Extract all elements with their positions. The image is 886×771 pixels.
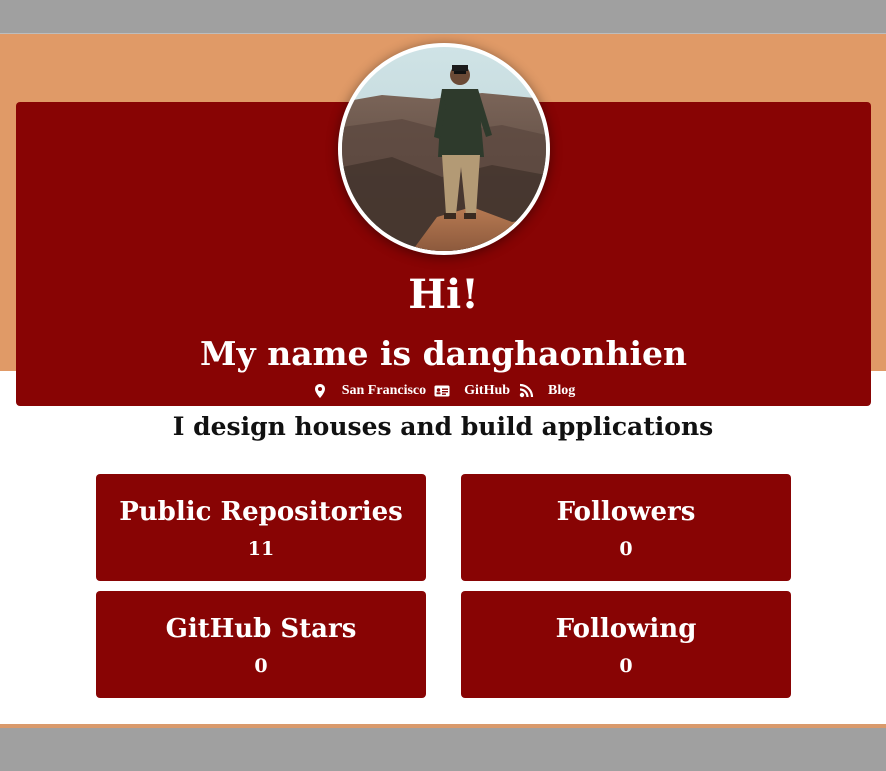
stat-card-followers: Followers 0	[461, 474, 791, 581]
stat-card-public-repositories: Public Repositories 11	[96, 474, 426, 581]
map-pin-icon	[312, 383, 328, 399]
blog-rss-icon	[518, 383, 534, 399]
avatar	[338, 43, 550, 255]
location-item: San Francisco	[312, 381, 426, 401]
greeting-heading: Hi!	[408, 271, 479, 318]
stat-value: 11	[247, 538, 275, 560]
github-item[interactable]: GitHub	[434, 381, 510, 401]
name-heading: My name is danghaonhien	[200, 334, 687, 373]
profile-meta-row: San Francisco GitHub Blog	[16, 381, 871, 401]
stat-value: 0	[619, 538, 633, 560]
profile-photo-image	[342, 47, 546, 251]
blog-link[interactable]: Blog	[548, 381, 575, 401]
bottom-bar	[0, 728, 886, 771]
stat-value: 0	[619, 655, 633, 677]
tagline: I design houses and build applications	[172, 412, 714, 441]
stat-card-following: Following 0	[461, 591, 791, 698]
id-card-icon	[434, 383, 450, 399]
blog-item[interactable]: Blog	[518, 381, 575, 401]
stat-value: 0	[254, 655, 268, 677]
location-label: San Francisco	[341, 383, 427, 398]
profile-photo	[342, 47, 546, 251]
top-bar	[0, 0, 886, 34]
stat-card-github-stars: GitHub Stars 0	[96, 591, 426, 698]
stat-label: Following	[555, 614, 697, 644]
stat-label: GitHub Stars	[165, 614, 357, 644]
stat-label: Public Repositories	[119, 497, 403, 527]
github-link[interactable]: GitHub	[464, 381, 510, 401]
stat-label: Followers	[556, 497, 696, 527]
